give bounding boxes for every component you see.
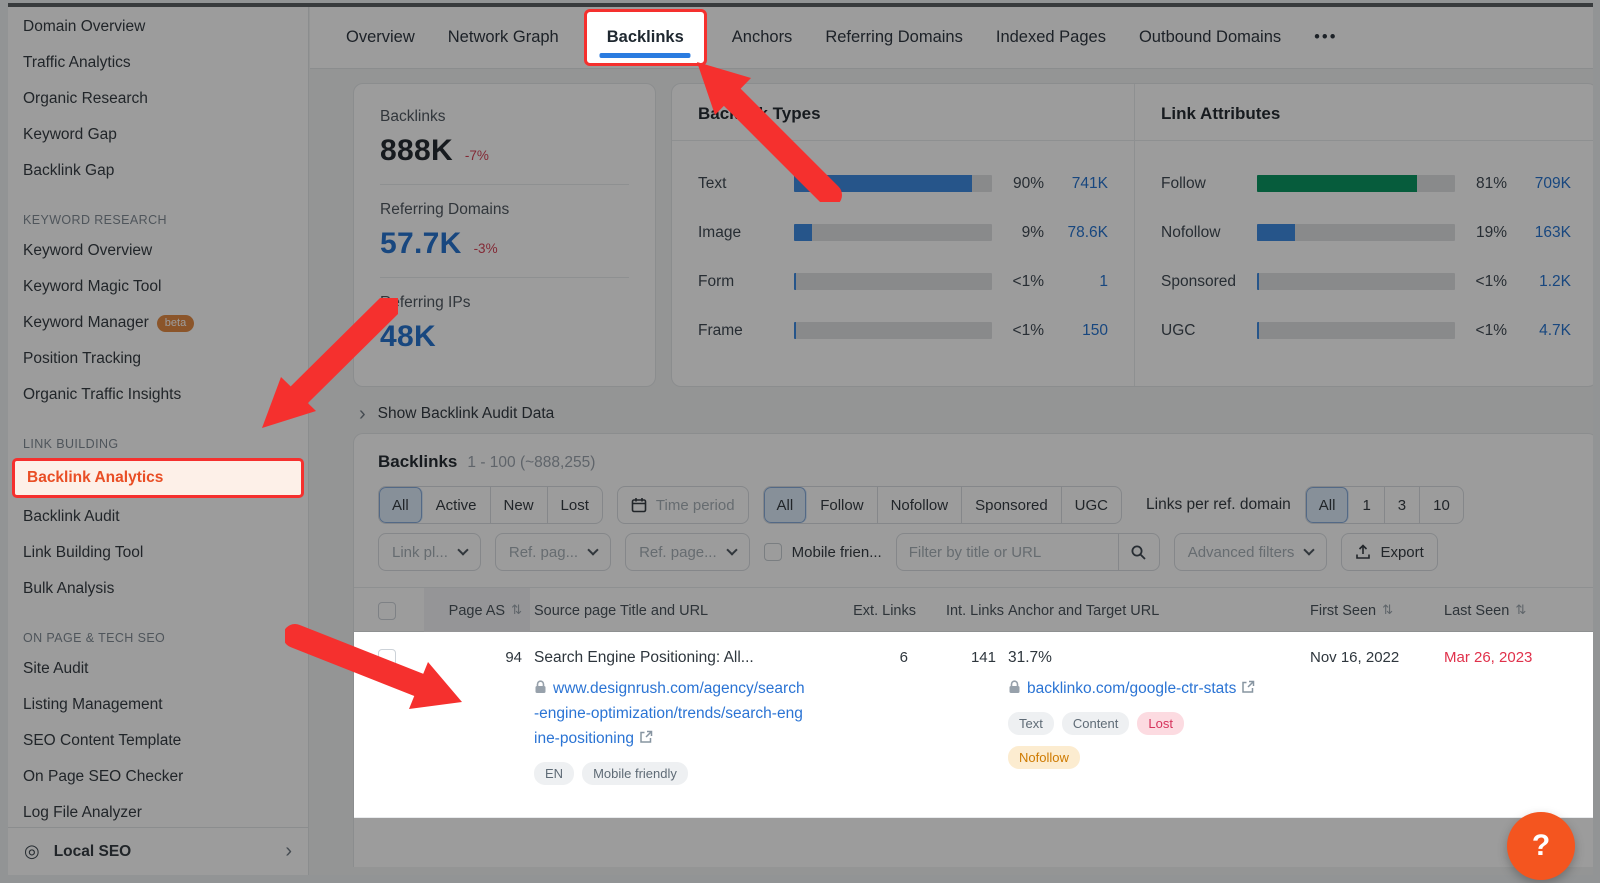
anchor-text: 31.7% <box>1008 649 1306 667</box>
lost-tag: Lost <box>1137 712 1184 735</box>
screenshot-stage: Domain Overview Traffic Analytics Organi… <box>0 0 1600 883</box>
annotation-arrow-to-table-row <box>285 622 475 722</box>
cell-last-seen: Mar 26, 2023 <box>1444 649 1558 666</box>
source-page-title: Search Engine Positioning: All... <box>534 649 826 667</box>
mobile-friendly-tag: Mobile friendly <box>582 762 688 785</box>
last-seen-date: Mar 26, 2023 <box>1444 649 1532 666</box>
placement-tag: Content <box>1062 712 1130 735</box>
language-tag: EN <box>534 762 574 785</box>
annotation-arrow-to-backlinks-tab <box>675 52 845 202</box>
lock-icon <box>534 680 547 694</box>
first-seen-date: Nov 16, 2022 <box>1310 649 1399 666</box>
source-url-link[interactable]: www.designrush.com/agency/search-engine-… <box>534 676 806 751</box>
sidebar-item-backlink-analytics[interactable]: Backlink Analytics <box>12 458 304 498</box>
annotation-arrow-to-backlink-analytics <box>248 298 398 436</box>
help-button[interactable]: ? <box>1507 812 1575 880</box>
external-link-icon <box>639 730 653 744</box>
external-link-icon <box>1241 680 1255 694</box>
target-url-text: backlinko.com/google-ctr-stats <box>1027 680 1236 697</box>
tab-backlinks-label: Backlinks <box>607 28 684 47</box>
page-as-value: 94 <box>505 649 522 666</box>
cell-ext-links: 6 <box>830 649 916 666</box>
nofollow-tag: Nofollow <box>1008 746 1080 769</box>
cell-int-links: 141 <box>920 649 1004 666</box>
lock-icon <box>1008 680 1021 694</box>
cell-first-seen: Nov 16, 2022 <box>1310 649 1440 666</box>
link-type-tag: Text <box>1008 712 1054 735</box>
target-url-link[interactable]: backlinko.com/google-ctr-stats <box>1008 676 1280 701</box>
int-links-value: 141 <box>971 649 996 666</box>
source-url-text: www.designrush.com/agency/search-engine-… <box>534 680 805 747</box>
ext-links-value: 6 <box>900 649 908 666</box>
table-row[interactable]: 94 Search Engine Positioning: All... www… <box>354 632 1593 818</box>
cell-source: Search Engine Positioning: All... www.de… <box>534 649 826 785</box>
cell-anchor: 31.7% backlinko.com/google-ctr-stats Tex… <box>1008 649 1306 769</box>
